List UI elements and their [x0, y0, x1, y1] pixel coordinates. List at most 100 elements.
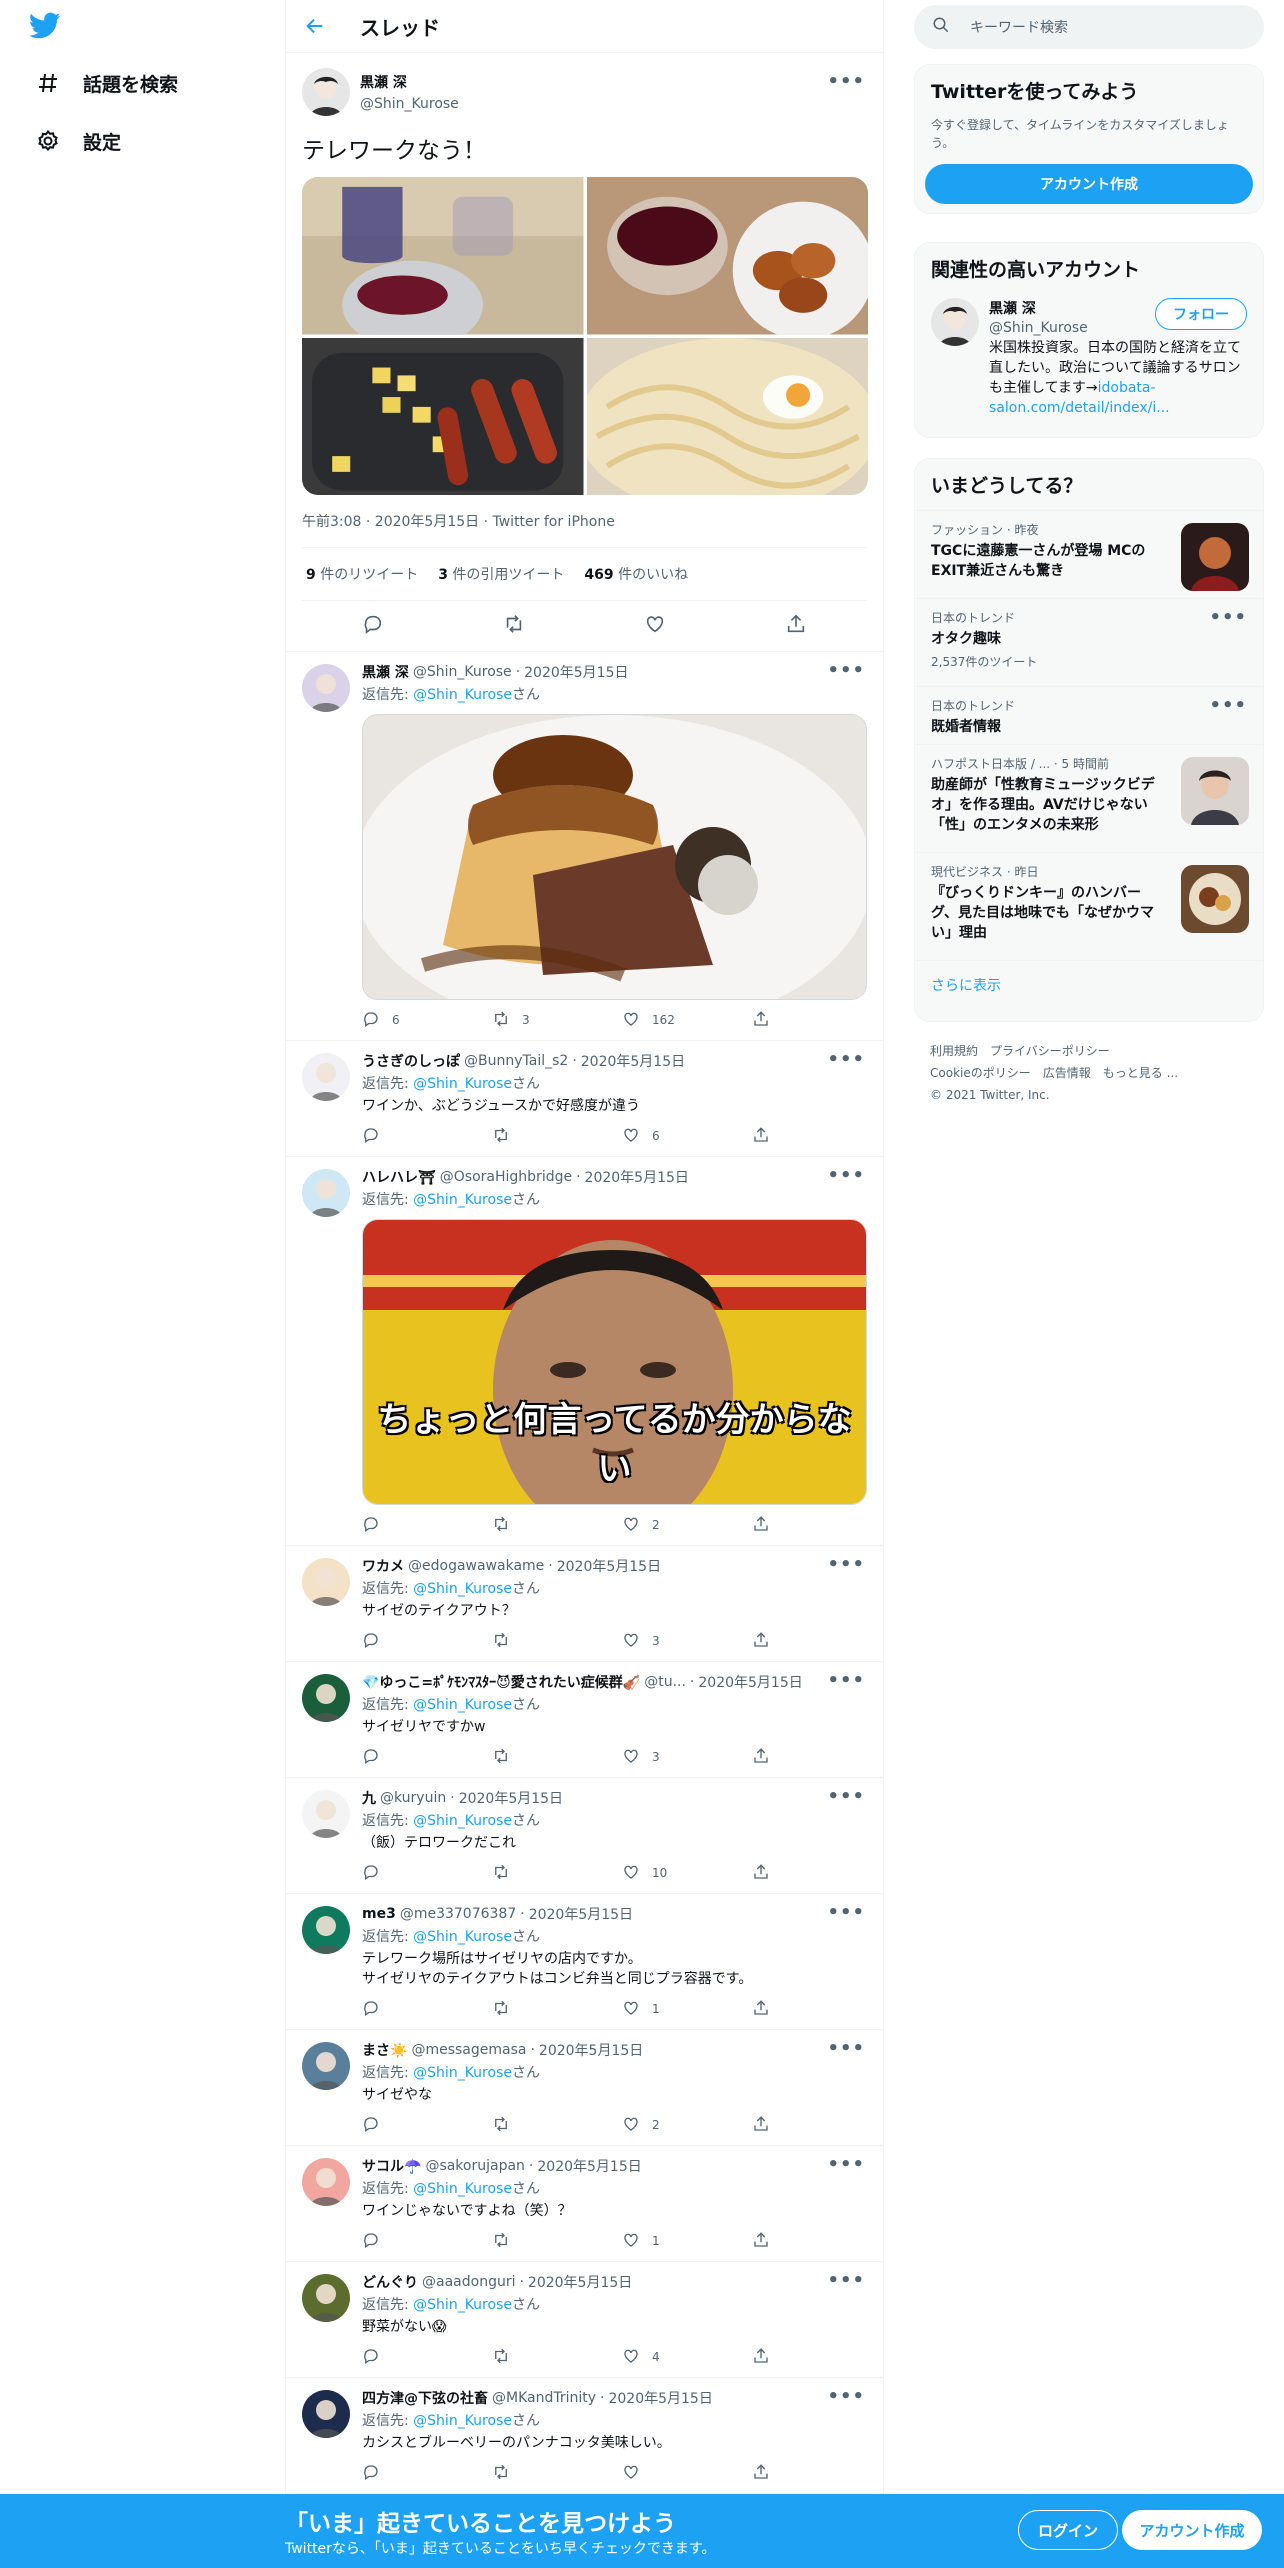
reply-author-name[interactable]: ワカメ [362, 1556, 404, 1576]
reply-author-handle[interactable]: @OsoraHighbridge [440, 1169, 572, 1185]
reply-date[interactable]: 2020年5月15日 [529, 1904, 633, 1924]
reply-tweet[interactable]: ••• うさぎのしっぽ @BunnyTail_s2 · 2020年5月15日 返信先: @… [286, 1041, 883, 1157]
reply-author-name[interactable]: ハレハレ⛩ [362, 1167, 436, 1187]
retweet-button[interactable] [492, 1863, 622, 1884]
reply-date[interactable]: 2020年5月15日 [537, 2156, 641, 2176]
retweet-button[interactable] [492, 1999, 622, 2020]
like-button[interactable]: 1 [622, 1999, 752, 2020]
share-button[interactable] [752, 1863, 782, 1884]
reply-author-handle[interactable]: @aaadonguri [422, 2274, 515, 2290]
footer-cookies[interactable]: Cookieのポリシー [930, 1066, 1031, 1080]
reply-to-user[interactable]: @Shin_Kurose [413, 2297, 512, 2313]
more-icon[interactable]: ••• [827, 1049, 865, 1070]
reply-button[interactable] [362, 1863, 492, 1884]
avatar[interactable] [302, 1169, 350, 1217]
reply-author-handle[interactable]: @tu... [644, 1674, 686, 1690]
reply-photo[interactable]: ちょっと何言ってるか分からない [362, 1219, 867, 1505]
share-button[interactable] [752, 1999, 782, 2020]
share-button[interactable] [752, 1126, 782, 1147]
reply-tweet[interactable]: ••• me3 @me337076387 · 2020年5月15日 返信先: @Shin_… [286, 1894, 883, 2030]
trend-item[interactable]: 日本のトレンド 既婚者情報 ••• [915, 686, 1263, 744]
reply-author-handle[interactable]: @kuryuin [380, 1790, 446, 1806]
reply-to-user[interactable]: @Shin_Kurose [413, 687, 512, 703]
footer-privacy[interactable]: プライバシーポリシー [990, 1044, 1110, 1058]
signup-button[interactable]: アカウント作成 [925, 164, 1253, 204]
reply-tweet[interactable]: ••• ハレハレ⛩ @OsoraHighbridge · 2020年5月15日 返信先: … [286, 1157, 883, 1546]
reply-date[interactable]: 2020年5月15日 [528, 2272, 632, 2292]
reply-date[interactable]: 2020年5月15日 [524, 662, 628, 682]
avatar[interactable] [302, 2158, 350, 2206]
reply-author-name[interactable]: うさぎのしっぽ [362, 1051, 460, 1071]
share-button[interactable] [752, 2347, 782, 2368]
reply-date[interactable]: 2020年5月15日 [608, 2388, 712, 2408]
like-button[interactable]: 4 [622, 2347, 752, 2368]
retweet-button[interactable] [492, 2347, 622, 2368]
trend-item[interactable]: ハフポスト日本版 / ... · 5 時間前 助産師が「性教育ミュージックビデオ… [915, 744, 1263, 852]
more-icon[interactable]: ••• [1209, 695, 1247, 716]
reply-date[interactable]: 2020年5月15日 [698, 1672, 802, 1692]
follow-button[interactable]: フォロー [1155, 298, 1247, 330]
more-icon[interactable]: ••• [827, 2038, 865, 2059]
avatar[interactable] [302, 1558, 350, 1606]
like-button[interactable]: 3 [622, 1631, 752, 1652]
avatar[interactable] [302, 1790, 350, 1838]
reply-tweet[interactable]: ••• 九 @kuryuin · 2020年5月15日 返信先: @Shin_Kurose… [286, 1778, 883, 1894]
reply-to-user[interactable]: @Shin_Kurose [413, 1813, 512, 1829]
reply-button[interactable] [362, 1631, 492, 1652]
avatar[interactable] [302, 1906, 350, 1954]
reply-to-user[interactable]: @Shin_Kurose [413, 2181, 512, 2197]
author-name[interactable]: 黒瀬 深 [360, 72, 459, 92]
reply-tweet[interactable]: ••• ワカメ @edogawawakame · 2020年5月15日 返信先: @Shi… [286, 1546, 883, 1662]
reply-author-name[interactable]: 💎ゆっこ=ﾎﾟｹﾓﾝﾏｽﾀｰ😈愛されたい症候群🎻 [362, 1672, 640, 1692]
retweet-button[interactable] [492, 2115, 622, 2136]
reply-author-handle[interactable]: @MKandTrinity [492, 2390, 596, 2406]
trend-item[interactable]: ファッション · 昨夜 TGCに遠藤憲一さんが登場 MCのEXIT兼近さんも驚き [915, 510, 1263, 598]
reply-to-user[interactable]: @Shin_Kurose [413, 2413, 512, 2429]
share-button[interactable] [752, 2231, 782, 2252]
share-button[interactable] [752, 2115, 782, 2136]
show-more-link[interactable]: さらに表示 [915, 960, 1263, 1009]
more-icon[interactable]: ••• [827, 71, 865, 92]
reply-author-name[interactable]: 九 [362, 1788, 376, 1808]
more-icon[interactable]: ••• [827, 1554, 865, 1575]
like-button[interactable]: 3 [622, 1747, 752, 1768]
reply-author-name[interactable]: me3 [362, 1906, 396, 1922]
avatar[interactable] [302, 2390, 350, 2438]
reply-author-handle[interactable]: @Shin_Kurose [413, 664, 512, 680]
retweet-button[interactable] [492, 1126, 622, 1147]
reply-to-user[interactable]: @Shin_Kurose [413, 1697, 512, 1713]
share-button[interactable] [752, 1010, 782, 1031]
reply-author-handle[interactable]: @sakorujapan [425, 2158, 524, 2174]
reply-author-handle[interactable]: @edogawawakame [408, 1558, 544, 1574]
like-count[interactable]: 469 件のいいね [584, 564, 688, 584]
author-handle[interactable]: @Shin_Kurose [360, 96, 459, 112]
footer-ads[interactable]: 広告情報 [1043, 1066, 1091, 1080]
retweet-count[interactable]: 9 件のリツイート [306, 564, 418, 584]
avatar[interactable] [302, 1053, 350, 1101]
avatar[interactable] [302, 68, 350, 116]
reply-to-user[interactable]: @Shin_Kurose [413, 1076, 512, 1092]
reply-author-name[interactable]: どんぐり [362, 2272, 418, 2292]
retweet-button[interactable] [492, 2231, 622, 2252]
reply-tweet[interactable]: ••• どんぐり @aaadonguri · 2020年5月15日 返信先: @Shin_… [286, 2262, 883, 2378]
signup-banner-button[interactable]: アカウント作成 [1122, 2510, 1262, 2550]
share-button[interactable] [752, 1747, 782, 1768]
photo-wine-karaage[interactable] [586, 177, 868, 335]
share-icon[interactable] [785, 613, 807, 639]
avatar[interactable] [302, 664, 350, 712]
footer-more[interactable]: もっと見る ... [1103, 1066, 1178, 1080]
reply-to-user[interactable]: @Shin_Kurose [413, 1192, 512, 1208]
photo-sausage-cheese[interactable] [302, 337, 584, 495]
reply-author-name[interactable]: まさ☀️ [362, 2040, 407, 2060]
reply-button[interactable] [362, 2347, 492, 2368]
like-button[interactable] [622, 2463, 752, 2484]
like-button[interactable]: 6 [622, 1126, 752, 1147]
more-icon[interactable]: ••• [1209, 607, 1247, 628]
photo-pasta-egg[interactable] [586, 337, 868, 495]
reply-photo[interactable] [362, 714, 867, 1000]
reply-to-user[interactable]: @Shin_Kurose [413, 2065, 512, 2081]
like-icon[interactable] [644, 613, 666, 639]
more-icon[interactable]: ••• [827, 660, 865, 681]
reply-button[interactable] [362, 1515, 492, 1536]
reply-button[interactable] [362, 2115, 492, 2136]
